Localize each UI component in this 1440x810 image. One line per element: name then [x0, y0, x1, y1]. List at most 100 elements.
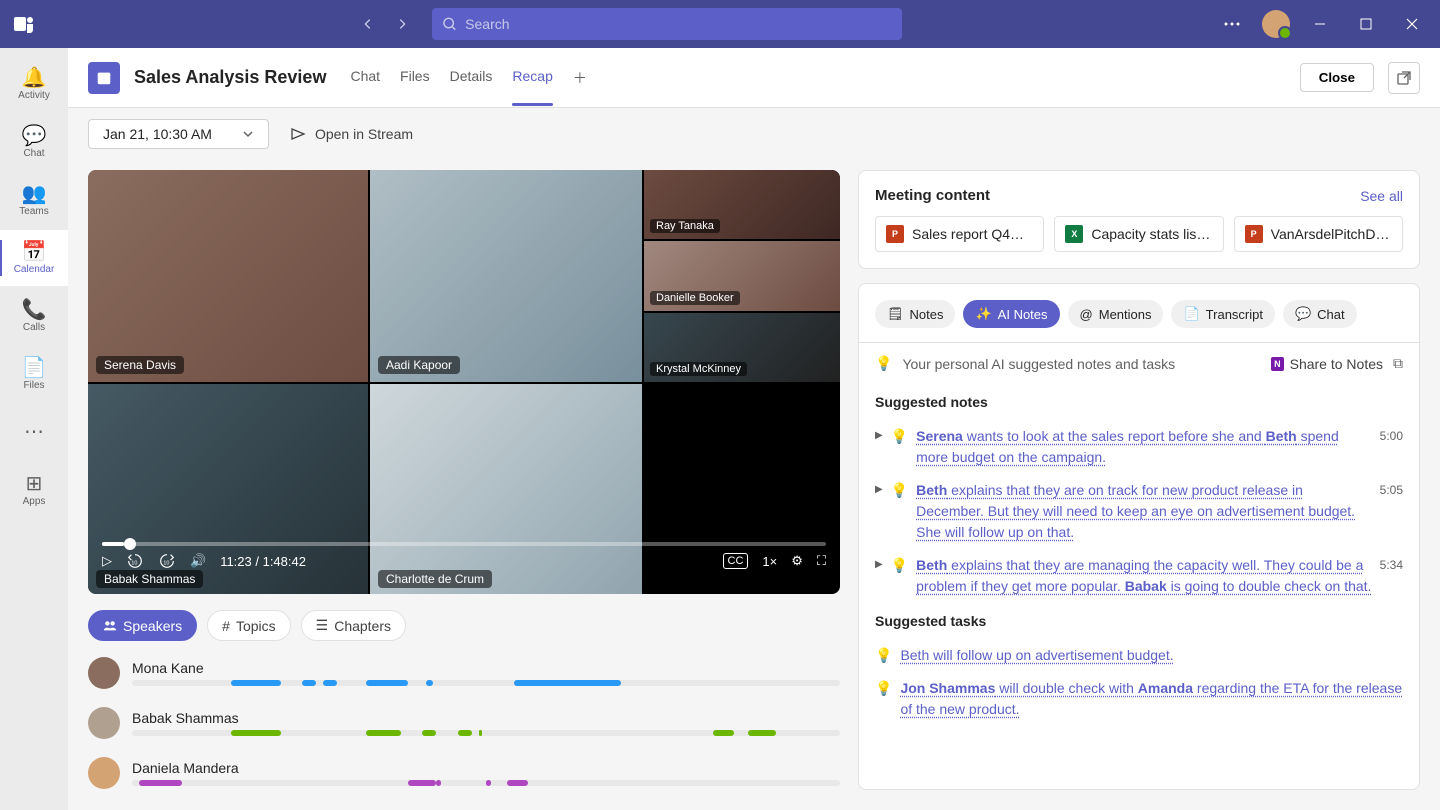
note-text: Serena wants to look at the sales report…	[916, 426, 1372, 468]
suggested-tasks-heading: Suggested tasks	[875, 613, 1403, 629]
bulb-icon: 💡	[875, 355, 892, 372]
speaker-track[interactable]	[132, 730, 840, 736]
search-input[interactable]	[465, 16, 892, 32]
filter-topics[interactable]: #Topics	[207, 610, 290, 641]
add-tab-button[interactable]: ＋	[573, 50, 587, 106]
copy-button[interactable]: ⧉	[1393, 355, 1403, 372]
note-row[interactable]: ▶💡Serena wants to look at the sales repo…	[875, 420, 1403, 474]
tab-files[interactable]: Files	[400, 50, 430, 106]
rail-calendar[interactable]: 📅Calendar	[0, 230, 68, 286]
captions-button[interactable]: CC	[723, 553, 749, 569]
user-avatar[interactable]	[1262, 10, 1290, 38]
tab-details[interactable]: Details	[450, 50, 493, 106]
rail-files[interactable]: 📄Files	[0, 346, 68, 402]
popout-button[interactable]	[1388, 62, 1420, 94]
speed-button[interactable]: 1×	[762, 554, 777, 569]
speaker-row[interactable]: Mona Kane	[88, 657, 840, 689]
speaker-track[interactable]	[132, 680, 840, 686]
date-label: Jan 21, 10:30 AM	[103, 126, 212, 142]
rail-more[interactable]: ⋯	[0, 404, 68, 460]
speaker-row[interactable]: Babak Shammas	[88, 707, 840, 739]
meeting-icon	[88, 62, 120, 94]
expand-icon[interactable]: ▶	[875, 480, 883, 495]
file-name: VanArsdelPitchDe…	[1271, 226, 1392, 242]
nav-back-button[interactable]	[354, 10, 382, 38]
pill-mentions[interactable]: @Mentions	[1068, 300, 1164, 328]
note-text: Beth explains that they are managing the…	[916, 555, 1372, 597]
rail-chat[interactable]: 💬Chat	[0, 114, 68, 170]
rail-label: Chat	[23, 148, 44, 159]
search-input-container[interactable]	[432, 8, 902, 40]
nav-forward-button[interactable]	[388, 10, 416, 38]
file-chip[interactable]: PSales report Q4…	[875, 216, 1044, 252]
participant-name: Ray Tanaka	[650, 219, 720, 233]
speaker-row[interactable]: Daniela Mandera	[88, 757, 840, 789]
rail-teams[interactable]: 👥Teams	[0, 172, 68, 228]
file-name: Capacity stats list…	[1091, 226, 1212, 242]
see-all-link[interactable]: See all	[1360, 188, 1403, 204]
rail-label: Activity	[18, 90, 50, 101]
settings-button[interactable]: ⚙	[791, 553, 803, 569]
minimize-button[interactable]	[1304, 8, 1336, 40]
pill-chat[interactable]: 💬Chat	[1283, 300, 1357, 328]
note-text: Beth explains that they are on track for…	[916, 480, 1372, 543]
pill-notes[interactable]: 🗒Notes	[875, 300, 955, 328]
file-chip[interactable]: PVanArsdelPitchDe…	[1234, 216, 1403, 252]
filter-chapters[interactable]: ☰Chapters	[301, 610, 406, 641]
task-row[interactable]: 💡Beth will follow up on advertisement bu…	[875, 639, 1403, 672]
note-row[interactable]: ▶💡Beth explains that they are on track f…	[875, 474, 1403, 549]
participant-tile: Aadi Kapoor	[370, 170, 642, 382]
play-button[interactable]: ▷	[102, 553, 112, 569]
volume-button[interactable]: 🔊	[190, 553, 206, 569]
stream-label: Open in Stream	[315, 126, 413, 142]
chevron-down-icon	[242, 128, 254, 140]
rail-label: Apps	[23, 496, 46, 507]
filter-speakers[interactable]: Speakers	[88, 610, 197, 641]
note-time: 5:34	[1380, 555, 1403, 572]
stream-icon	[289, 125, 307, 143]
maximize-button[interactable]	[1350, 8, 1382, 40]
speaker-track[interactable]	[132, 780, 840, 786]
note-row[interactable]: ▶ 💡 Beth explains that they are managing t…	[875, 549, 1403, 603]
pill-transcript[interactable]: 📄Transcript	[1171, 300, 1275, 328]
speaker-name: Daniela Mandera	[132, 760, 840, 776]
file-type-icon: P	[886, 225, 904, 243]
task-row[interactable]: 💡 Jon Shammas will double check with Aman…	[875, 672, 1403, 726]
rail-activity[interactable]: 🔔Activity	[0, 56, 68, 112]
bulb-icon: 💡	[891, 555, 908, 574]
scrubber[interactable]	[102, 542, 826, 546]
file-type-icon: X	[1065, 225, 1083, 243]
rail-apps[interactable]: ⊞Apps	[0, 462, 68, 518]
video-player[interactable]: Serena Davis Aadi Kapoor Ray Tanaka Dani…	[88, 170, 840, 594]
task-text: Jon Shammas will double check with Amand…	[900, 678, 1403, 720]
participant-name: Aadi Kapoor	[378, 356, 460, 374]
tab-chat[interactable]: Chat	[350, 50, 380, 106]
sparkle-icon: ✨	[975, 306, 991, 322]
close-window-button[interactable]	[1396, 8, 1428, 40]
notes-icon: 🗒	[887, 306, 904, 322]
svg-text:10: 10	[163, 561, 169, 567]
file-chip[interactable]: X Capacity stats list…	[1054, 216, 1223, 252]
date-dropdown[interactable]: Jan 21, 10:30 AM	[88, 119, 269, 149]
tab-recap[interactable]: Recap	[512, 50, 552, 106]
ai-hint: Your personal AI suggested notes and tas…	[902, 356, 1175, 372]
close-button[interactable]: Close	[1300, 63, 1374, 92]
rail-label: Files	[23, 380, 44, 391]
expand-icon[interactable]: ▶	[875, 426, 883, 441]
expand-icon[interactable]: ▶	[875, 555, 883, 570]
pill-ai-notes[interactable]: ✨AI Notes	[963, 300, 1059, 328]
fullscreen-button[interactable]: ⛶	[817, 553, 826, 569]
participant-name: Danielle Booker	[650, 291, 740, 305]
participant-tile: Ray Tanaka	[644, 170, 840, 239]
forward-10-button[interactable]: 10	[158, 552, 176, 570]
rewind-10-button[interactable]: 10	[126, 552, 144, 570]
open-in-stream-link[interactable]: Open in Stream	[289, 125, 413, 143]
more-options-button[interactable]	[1216, 8, 1248, 40]
transcript-icon: 📄	[1183, 306, 1199, 322]
svg-text:10: 10	[131, 561, 137, 567]
rail-calls[interactable]: 📞Calls	[0, 288, 68, 344]
bulb-icon: 💡	[875, 678, 892, 697]
chat-icon: 💬	[1295, 306, 1311, 322]
speaker-avatar	[88, 657, 120, 689]
share-to-notes-link[interactable]: NShare to Notes	[1271, 356, 1383, 372]
